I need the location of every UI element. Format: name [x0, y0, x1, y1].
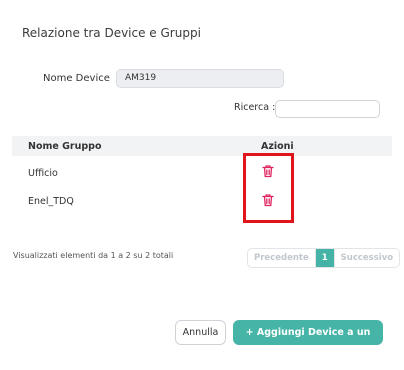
device-name-label: Nome Device	[43, 73, 110, 84]
table-row-group-name: Enel_TDQ	[28, 196, 74, 207]
add-device-to-group-button[interactable]: + Aggiungi Device a un Gruppo	[233, 320, 383, 363]
column-header-group-name[interactable]: Nome Gruppo	[28, 141, 102, 152]
cancel-button[interactable]: Annulla	[175, 320, 226, 345]
pagination-prev-button[interactable]: Precedente	[248, 249, 316, 267]
search-input[interactable]	[275, 100, 380, 118]
highlight-box	[243, 153, 294, 223]
pagination-next-button[interactable]: Successivo	[333, 249, 399, 267]
pagination: Precedente 1 Successivo	[247, 248, 401, 268]
table-row-group-name: Ufficio	[28, 168, 58, 179]
column-header-actions: Azioni	[261, 141, 294, 152]
device-name-field: AM319	[116, 69, 284, 88]
pagination-page-button[interactable]: 1	[315, 249, 334, 267]
search-label: Ricerca :	[234, 102, 276, 113]
modal-title: Relazione tra Device e Gruppi	[22, 26, 201, 40]
pagination-info: Visualizzati elementi da 1 a 2 su 2 tota…	[13, 251, 174, 260]
